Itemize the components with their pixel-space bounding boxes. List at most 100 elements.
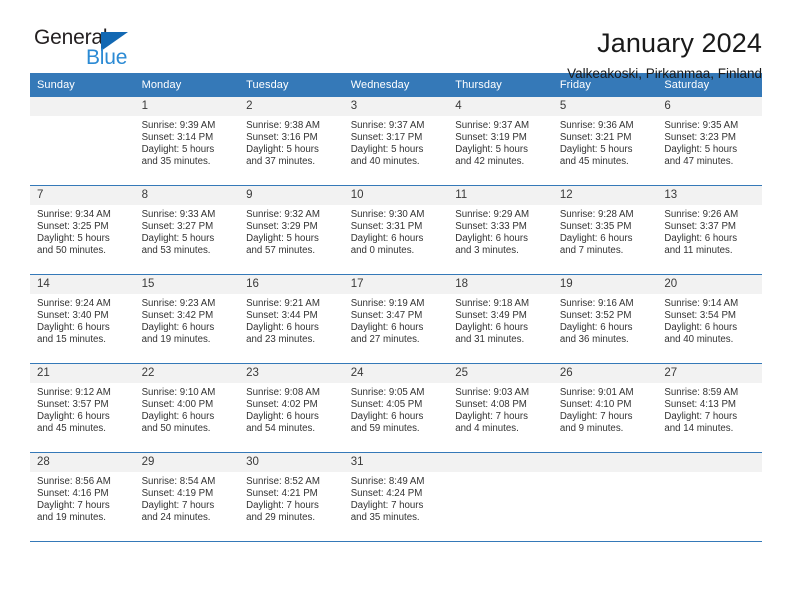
sunrise-text: Sunrise: 9:16 AM bbox=[559, 298, 634, 309]
calendar-day-cell[interactable]: 28 Sunrise: 8:56 AM Sunset: 4:16 PM Dayligh… bbox=[30, 452, 135, 542]
day-cell-content: 31 Sunrise: 8:49 AM Sunset: 4:24 PM Dayligh… bbox=[343, 453, 449, 541]
calendar-day-cell[interactable]: 1 Sunrise: 9:39 AM Sunset: 3:14 PM Daylight… bbox=[134, 97, 240, 186]
day-number: 24 bbox=[343, 364, 449, 383]
daylight-text-line1: Daylight: 6 hours bbox=[246, 321, 319, 333]
calendar-day-cell[interactable]: 12 Sunrise: 9:28 AM Sunset: 3:35 PM Dayligh… bbox=[552, 185, 658, 275]
calendar-day-cell[interactable]: 15 Sunrise: 9:23 AM Sunset: 3:42 PM Dayligh… bbox=[134, 274, 240, 364]
calendar-day-cell[interactable]: 5 Sunrise: 9:36 AM Sunset: 3:21 PM Daylight… bbox=[552, 97, 658, 186]
sunrise-text: Sunrise: 8:56 AM bbox=[37, 476, 111, 487]
daylight-text-line1: Daylight: 7 hours bbox=[37, 499, 110, 511]
daylight-text-line1: Daylight: 5 hours bbox=[141, 143, 215, 155]
day-number: 6 bbox=[657, 97, 762, 116]
day-cell-content: 24 Sunrise: 9:05 AM Sunset: 4:05 PM Dayligh… bbox=[343, 364, 449, 452]
calendar-day-cell[interactable]: 2 Sunrise: 9:38 AM Sunset: 3:16 PM Daylight… bbox=[239, 97, 344, 186]
sunset-text: Sunset: 4:16 PM bbox=[37, 487, 109, 499]
calendar-day-cell[interactable]: 19 Sunrise: 9:16 AM Sunset: 3:52 PM Dayligh… bbox=[552, 274, 658, 364]
day-cell-content: 18 Sunrise: 9:18 AM Sunset: 3:49 PM Dayligh… bbox=[448, 275, 553, 363]
day-details: Sunrise: 9:19 AM Sunset: 3:47 PM Daylight:… bbox=[344, 294, 449, 346]
day-details: Sunrise: 9:39 AM Sunset: 3:14 PM Daylight:… bbox=[135, 116, 240, 168]
day-number: 13 bbox=[657, 186, 762, 205]
daylight-text-line1: Daylight: 7 hours bbox=[246, 499, 319, 511]
day-cell-content bbox=[30, 97, 135, 185]
calendar-day-cell[interactable]: 24 Sunrise: 9:05 AM Sunset: 4:05 PM Dayligh… bbox=[343, 363, 449, 453]
sunrise-text: Sunrise: 9:28 AM bbox=[559, 209, 634, 220]
calendar-day-cell[interactable]: 25 Sunrise: 9:03 AM Sunset: 4:08 PM Dayligh… bbox=[448, 363, 553, 453]
logo[interactable]: General Blue bbox=[30, 26, 160, 72]
calendar-day-cell[interactable]: 14 Sunrise: 9:24 AM Sunset: 3:40 PM Dayligh… bbox=[30, 274, 135, 364]
calendar-day-cell[interactable]: 29 Sunrise: 8:54 AM Sunset: 4:19 PM Dayligh… bbox=[134, 452, 240, 542]
calendar-day-cell bbox=[448, 452, 553, 542]
calendar-day-cell[interactable]: 26 Sunrise: 9:01 AM Sunset: 4:10 PM Dayligh… bbox=[552, 363, 658, 453]
daylight-text-line2: and 57 minutes. bbox=[246, 244, 316, 256]
day-cell-content: 15 Sunrise: 9:23 AM Sunset: 3:42 PM Dayligh… bbox=[134, 275, 240, 363]
daylight-text-line1: Daylight: 6 hours bbox=[350, 410, 424, 422]
day-details: Sunrise: 9:32 AM Sunset: 3:29 PM Daylight:… bbox=[239, 205, 344, 257]
day-number: 31 bbox=[343, 453, 449, 472]
calendar-week-row: 21 Sunrise: 9:12 AM Sunset: 3:57 PM Dayligh… bbox=[30, 363, 762, 453]
daylight-text-line1: Daylight: 5 hours bbox=[37, 232, 110, 244]
calendar-day-cell bbox=[552, 452, 658, 542]
calendar-day-cell[interactable]: 20 Sunrise: 9:14 AM Sunset: 3:54 PM Dayligh… bbox=[657, 274, 762, 364]
calendar-day-cell[interactable]: 8 Sunrise: 9:33 AM Sunset: 3:27 PM Daylight… bbox=[134, 185, 240, 275]
calendar-day-cell[interactable]: 7 Sunrise: 9:34 AM Sunset: 3:25 PM Daylight… bbox=[30, 185, 135, 275]
sunrise-text: Sunrise: 9:21 AM bbox=[246, 298, 320, 309]
daylight-text-line2: and 45 minutes. bbox=[37, 422, 106, 434]
sunset-text: Sunset: 3:31 PM bbox=[350, 220, 423, 232]
day-number: 1 bbox=[134, 97, 240, 116]
day-details: Sunrise: 9:14 AM Sunset: 3:54 PM Daylight:… bbox=[657, 294, 762, 346]
calendar-day-cell[interactable]: 30 Sunrise: 8:52 AM Sunset: 4:21 PM Dayligh… bbox=[239, 452, 344, 542]
day-details: Sunrise: 9:05 AM Sunset: 4:05 PM Daylight:… bbox=[344, 383, 449, 435]
sunset-text: Sunset: 3:44 PM bbox=[246, 309, 318, 321]
calendar-day-cell[interactable]: 10 Sunrise: 9:30 AM Sunset: 3:31 PM Dayligh… bbox=[343, 185, 449, 275]
daylight-text-line2: and 23 minutes. bbox=[246, 333, 316, 345]
sunrise-text: Sunrise: 9:24 AM bbox=[37, 298, 111, 309]
day-details: Sunrise: 9:34 AM Sunset: 3:25 PM Daylight:… bbox=[30, 205, 135, 257]
day-cell-content: 13 Sunrise: 9:26 AM Sunset: 3:37 PM Dayligh… bbox=[657, 186, 762, 274]
calendar-day-cell[interactable]: 11 Sunrise: 9:29 AM Sunset: 3:33 PM Dayligh… bbox=[448, 185, 553, 275]
sunrise-text: Sunrise: 9:26 AM bbox=[664, 209, 739, 220]
calendar-day-cell[interactable]: 23 Sunrise: 9:08 AM Sunset: 4:02 PM Dayligh… bbox=[239, 363, 344, 453]
daylight-text-line2: and 37 minutes. bbox=[246, 155, 316, 167]
calendar-day-cell[interactable]: 4 Sunrise: 9:37 AM Sunset: 3:19 PM Daylight… bbox=[448, 97, 553, 186]
day-details: Sunrise: 9:24 AM Sunset: 3:40 PM Daylight:… bbox=[30, 294, 135, 346]
calendar-day-cell[interactable]: 9 Sunrise: 9:32 AM Sunset: 3:29 PM Daylight… bbox=[239, 185, 344, 275]
daylight-text-line2: and 36 minutes. bbox=[559, 333, 629, 345]
day-cell-content bbox=[448, 453, 553, 541]
daylight-text-line1: Daylight: 5 hours bbox=[141, 232, 215, 244]
calendar-day-cell[interactable]: 3 Sunrise: 9:37 AM Sunset: 3:17 PM Daylight… bbox=[343, 97, 449, 186]
daylight-text-line2: and 35 minutes. bbox=[350, 511, 420, 523]
day-number: 3 bbox=[343, 97, 449, 116]
calendar-day-cell[interactable]: 18 Sunrise: 9:18 AM Sunset: 3:49 PM Dayligh… bbox=[448, 274, 553, 364]
day-cell-content: 12 Sunrise: 9:28 AM Sunset: 3:35 PM Dayligh… bbox=[552, 186, 658, 274]
day-details: Sunrise: 9:37 AM Sunset: 3:19 PM Daylight:… bbox=[448, 116, 553, 168]
daylight-text-line1: Daylight: 6 hours bbox=[559, 232, 633, 244]
sunset-text: Sunset: 3:27 PM bbox=[141, 220, 214, 232]
day-cell-content: 10 Sunrise: 9:30 AM Sunset: 3:31 PM Dayligh… bbox=[343, 186, 449, 274]
day-details: Sunrise: 9:16 AM Sunset: 3:52 PM Daylight:… bbox=[553, 294, 658, 346]
daylight-text-line1: Daylight: 5 hours bbox=[664, 143, 738, 155]
calendar-day-cell[interactable]: 22 Sunrise: 9:10 AM Sunset: 4:00 PM Dayligh… bbox=[134, 363, 240, 453]
calendar-day-cell[interactable]: 31 Sunrise: 8:49 AM Sunset: 4:24 PM Dayligh… bbox=[343, 452, 449, 542]
day-cell-content bbox=[552, 453, 658, 541]
sunset-text: Sunset: 3:37 PM bbox=[664, 220, 736, 232]
calendar-day-cell bbox=[657, 452, 762, 542]
calendar-day-cell[interactable]: 16 Sunrise: 9:21 AM Sunset: 3:44 PM Dayligh… bbox=[239, 274, 344, 364]
day-cell-content: 30 Sunrise: 8:52 AM Sunset: 4:21 PM Dayligh… bbox=[239, 453, 344, 541]
day-cell-content: 4 Sunrise: 9:37 AM Sunset: 3:19 PM Daylight… bbox=[448, 97, 553, 185]
calendar-day-cell[interactable]: 6 Sunrise: 9:35 AM Sunset: 3:23 PM Daylight… bbox=[657, 97, 762, 186]
calendar-day-cell[interactable]: 17 Sunrise: 9:19 AM Sunset: 3:47 PM Dayligh… bbox=[343, 274, 449, 364]
daylight-text-line2: and 7 minutes. bbox=[559, 244, 624, 256]
daylight-text-line1: Daylight: 6 hours bbox=[350, 321, 424, 333]
daylight-text-line1: Daylight: 6 hours bbox=[664, 232, 738, 244]
daylight-text-line1: Daylight: 7 hours bbox=[350, 499, 424, 511]
calendar-day-cell[interactable]: 27 Sunrise: 8:59 AM Sunset: 4:13 PM Dayligh… bbox=[657, 363, 762, 453]
day-details: Sunrise: 9:33 AM Sunset: 3:27 PM Daylight:… bbox=[135, 205, 240, 257]
sunset-text: Sunset: 3:40 PM bbox=[37, 309, 109, 321]
calendar-day-cell[interactable]: 21 Sunrise: 9:12 AM Sunset: 3:57 PM Dayligh… bbox=[30, 363, 135, 453]
calendar-week-row: 7 Sunrise: 9:34 AM Sunset: 3:25 PM Daylight… bbox=[30, 185, 762, 275]
day-cell-content: 14 Sunrise: 9:24 AM Sunset: 3:40 PM Dayligh… bbox=[30, 275, 135, 363]
sunset-text: Sunset: 3:42 PM bbox=[141, 309, 214, 321]
sunrise-text: Sunrise: 9:39 AM bbox=[141, 120, 216, 131]
day-number: 16 bbox=[239, 275, 344, 294]
calendar-day-cell[interactable]: 13 Sunrise: 9:26 AM Sunset: 3:37 PM Dayligh… bbox=[657, 185, 762, 275]
